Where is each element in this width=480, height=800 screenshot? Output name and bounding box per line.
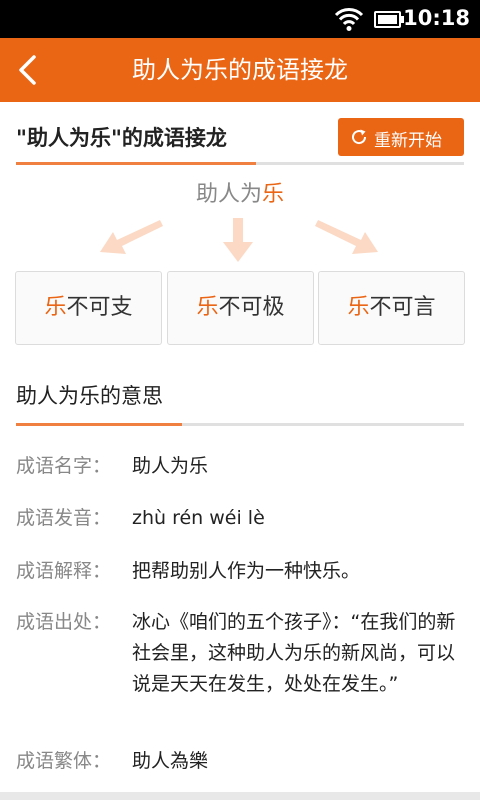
- section-divider-accent: [16, 162, 256, 165]
- chain-option-rest: 不可言: [369, 295, 436, 320]
- chain-option-2[interactable]: 乐不可极: [167, 271, 314, 345]
- chain-option-first-char: 乐: [44, 295, 67, 320]
- app-bar: 助人为乐的成语接龙: [0, 38, 480, 102]
- restart-label: 重新开始: [374, 131, 442, 151]
- info-row-source: 成语出处： 冰心《咱们的五个孩子》：“在我们的新社会里，这种助人为乐的新风尚，可…: [16, 607, 464, 727]
- info-value: 助人为乐: [132, 455, 209, 477]
- arrow-right-icon: [315, 220, 378, 254]
- current-idiom-prefix: 助人为: [195, 182, 262, 207]
- info-label: 成语发音：: [16, 507, 112, 529]
- page-title: 助人为乐的成语接龙: [132, 56, 348, 84]
- info-value: zhù rén wéi lè: [132, 507, 265, 529]
- chain-options: 乐不可支 乐不可极 乐不可言: [15, 271, 465, 345]
- chain-option-first-char: 乐: [196, 295, 219, 320]
- chain-option-rest: 不可极: [218, 295, 285, 320]
- bottom-divider: [0, 792, 480, 800]
- arrow-down-icon: [223, 218, 253, 262]
- info-value: 把帮助别人作为一种快乐。: [132, 560, 361, 582]
- chain-option-rest: 不可支: [66, 295, 133, 320]
- info-value: 冰心《咱们的五个孩子》：“在我们的新社会里，这种助人为乐的新风尚，可以说是天天在…: [132, 611, 456, 695]
- meaning-title: 助人为乐的意思: [16, 384, 163, 408]
- chain-section-header: "助人为乐"的成语接龙 重新开始: [16, 118, 464, 164]
- restart-button[interactable]: 重新开始: [338, 118, 464, 156]
- chain-arrows: [100, 218, 378, 262]
- info-label: 成语繁体：: [16, 750, 112, 772]
- chain-option-first-char: 乐: [347, 295, 370, 320]
- current-idiom: 助人为乐: [0, 176, 480, 208]
- battery-icon: [374, 11, 404, 28]
- info-label: 成语解释：: [16, 560, 112, 582]
- info-label: 成语出处：: [16, 611, 112, 633]
- chain-option-3[interactable]: 乐不可言: [318, 271, 465, 345]
- back-button[interactable]: [0, 38, 60, 102]
- info-value: 助人為樂: [132, 750, 209, 772]
- current-idiom-last-char: 乐: [262, 182, 285, 207]
- chain-option-1[interactable]: 乐不可支: [15, 271, 162, 345]
- info-label: 成语名字：: [16, 455, 112, 477]
- status-time: 10:18: [403, 6, 470, 30]
- chain-heading: "助人为乐"的成语接龙: [16, 126, 227, 150]
- wifi-icon: [334, 8, 364, 31]
- refresh-icon: [352, 129, 367, 145]
- meaning-divider-accent: [16, 423, 182, 426]
- chevron-left-icon: [19, 55, 36, 85]
- status-bar: 10:18: [0, 0, 480, 38]
- arrow-left-icon: [100, 220, 163, 254]
